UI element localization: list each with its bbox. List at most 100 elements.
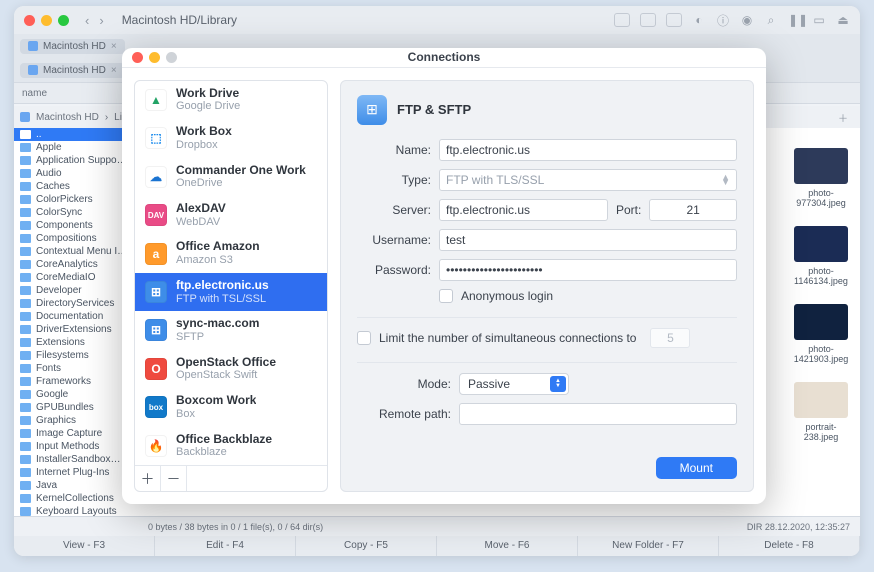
binoculars-icon[interactable]: ⌕ <box>764 13 778 28</box>
label-username: Username: <box>357 233 431 247</box>
connection-subtitle: FTP with TSL/SSL <box>176 293 269 306</box>
remote-path-input[interactable] <box>459 403 737 425</box>
back-button[interactable]: ‹ <box>81 13 93 28</box>
thumbnail[interactable]: photo-1146134.jpeg <box>792 226 850 286</box>
label-password: Password: <box>357 263 431 277</box>
connection-item[interactable]: 🔥Office BackblazeBackblaze <box>135 427 327 465</box>
fn-button[interactable]: Delete - F8 <box>719 536 860 556</box>
port-input[interactable] <box>649 199 737 221</box>
mount-button[interactable]: Mount <box>656 457 737 479</box>
tree-row[interactable]: Keyboard Layouts <box>14 505 142 516</box>
close-icon[interactable] <box>132 52 143 63</box>
thumbnail-label: portrait-238.jpeg <box>792 422 850 442</box>
tree-label: GPUBundles <box>36 402 94 413</box>
tree-label: DirectoryServices <box>36 298 114 309</box>
close-icon[interactable] <box>24 15 35 26</box>
toggle-icon[interactable]: ◐ <box>692 13 706 27</box>
anonymous-checkbox[interactable] <box>439 289 453 303</box>
tree-label: Google <box>36 389 68 400</box>
thumbnail[interactable]: portrait-238.jpeg <box>792 382 850 442</box>
thumbnail[interactable]: photo-977304.jpeg <box>792 148 850 208</box>
status-right: DIR 28.12.2020, 12:35:27 <box>747 522 860 532</box>
server-input[interactable] <box>439 199 608 221</box>
status-bar: 0 bytes / 38 bytes in 0 / 1 file(s), 0 /… <box>14 516 860 536</box>
tree-label: Graphics <box>36 415 76 426</box>
type-value: FTP with TLS/SSL <box>446 173 544 187</box>
remove-connection-button[interactable]: － <box>161 466 187 491</box>
connection-item[interactable]: ▲Work DriveGoogle Drive <box>135 81 327 119</box>
tree-label: Caches <box>36 181 70 192</box>
preview-icon[interactable]: ◉ <box>740 13 754 27</box>
bg-tab[interactable]: Macintosh HD × <box>20 39 125 54</box>
folder-icon <box>20 455 31 464</box>
connection-icon: ⊞ <box>145 319 167 341</box>
connection-item[interactable]: ⬚Work BoxDropbox <box>135 119 327 157</box>
image-icon <box>794 148 848 184</box>
close-tab-icon[interactable]: × <box>111 41 117 52</box>
tree-label: Filesystems <box>36 350 89 361</box>
terminal-icon[interactable]: ▭ <box>812 13 826 27</box>
minimize-icon[interactable] <box>41 15 52 26</box>
folder-icon <box>20 390 31 399</box>
connection-item[interactable]: aOffice AmazonAmazon S3 <box>135 234 327 272</box>
username-input[interactable] <box>439 229 737 251</box>
connection-icon: ⬚ <box>145 127 167 149</box>
connection-item[interactable]: OOpenStack OfficeOpenStack Swift <box>135 350 327 388</box>
queue-icon[interactable]: ❚❚ <box>788 13 802 27</box>
connection-icon: a <box>145 243 167 265</box>
tree-label: Documentation <box>36 311 103 322</box>
bg-tab[interactable]: Macintosh HD × <box>20 63 125 78</box>
eject-icon[interactable]: ⏏ <box>836 13 850 27</box>
folder-icon <box>20 273 31 282</box>
drive-icon <box>20 112 30 122</box>
folder-icon <box>20 286 31 295</box>
tree-label: Input Methods <box>36 441 99 452</box>
mode-select[interactable]: Passive ▲▼ <box>459 373 569 395</box>
limit-checkbox[interactable] <box>357 331 371 345</box>
connection-item[interactable]: ☁Commander One WorkOneDrive <box>135 158 327 196</box>
thumbnail[interactable]: photo-1421903.jpeg <box>792 304 850 364</box>
info-icon[interactable]: ⓘ <box>716 12 730 29</box>
tree-label: Contextual Menu I… <box>36 246 127 257</box>
forward-button[interactable]: › <box>95 13 107 28</box>
tab-label: Macintosh HD <box>43 41 106 52</box>
breadcrumb-root[interactable]: Macintosh HD <box>36 112 99 123</box>
tree-label: CoreMediaIO <box>36 272 95 283</box>
tree-label: .. <box>36 129 42 140</box>
folder-icon <box>20 403 31 412</box>
minimize-icon[interactable] <box>149 52 160 63</box>
close-tab-icon[interactable]: × <box>111 65 117 76</box>
status-left: 0 bytes / 38 bytes in 0 / 1 file(s), 0 /… <box>14 522 323 532</box>
fn-button[interactable]: New Folder - F7 <box>578 536 719 556</box>
fn-button[interactable]: Copy - F5 <box>296 536 437 556</box>
password-input[interactable] <box>439 259 737 281</box>
connection-item[interactable]: ⊞sync-mac.comSFTP <box>135 311 327 349</box>
folder-icon <box>20 195 31 204</box>
type-select[interactable]: FTP with TLS/SSL ▲▼ <box>439 169 737 191</box>
connection-subtitle: Amazon S3 <box>176 254 260 267</box>
connection-subtitle: Backblaze <box>176 446 272 459</box>
tree-label: Image Capture <box>36 428 102 439</box>
folder-icon <box>20 325 31 334</box>
connection-item[interactable]: DAVAlexDAVWebDAV <box>135 196 327 234</box>
connection-name: AlexDAV <box>176 202 226 216</box>
fn-button[interactable]: Move - F6 <box>437 536 578 556</box>
connections-list[interactable]: ▲Work DriveGoogle Drive⬚Work BoxDropbox☁… <box>135 81 327 465</box>
connection-item[interactable]: ⊞ftp.electronic.usFTP with TSL/SSL <box>135 273 327 311</box>
add-connection-button[interactable]: ＋ <box>135 466 161 491</box>
fn-button[interactable]: View - F3 <box>14 536 155 556</box>
zoom-icon[interactable] <box>58 15 69 26</box>
sidebar-footer: ＋ － <box>135 465 327 491</box>
tree-label: Application Suppo… <box>36 155 127 166</box>
name-input[interactable] <box>439 139 737 161</box>
view-columns-icon[interactable] <box>666 13 682 27</box>
tab-label: Macintosh HD <box>43 65 106 76</box>
connection-item[interactable]: boxBoxcom WorkBox <box>135 388 327 426</box>
modal-title: Connections <box>408 50 481 64</box>
view-grid-icon[interactable] <box>640 13 656 27</box>
fn-button[interactable]: Edit - F4 <box>155 536 296 556</box>
connection-icon: 🔥 <box>145 435 167 457</box>
folder-icon <box>20 507 31 516</box>
add-tab-button[interactable]: ＋ <box>832 110 854 125</box>
view-list-icon[interactable] <box>614 13 630 27</box>
